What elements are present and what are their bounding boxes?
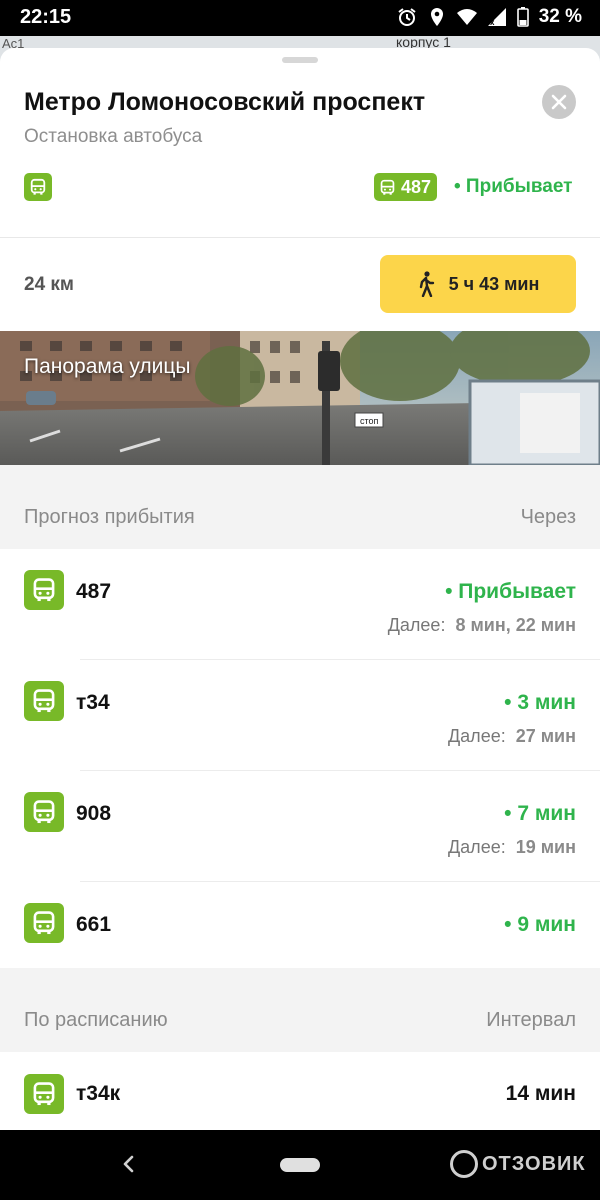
status-bar: 22:15 x 32 % [0, 0, 600, 36]
arrival-eta: • 9 мин [504, 913, 576, 936]
stop-title: Метро Ломоносовский проспект [24, 88, 426, 116]
next-arrivals: Далее: 19 мин [448, 837, 576, 858]
bus-icon [24, 570, 64, 610]
back-icon[interactable] [120, 1152, 136, 1176]
arrival-status: • Прибывает [454, 176, 573, 197]
walk-duration: 5 ч 43 мин [448, 273, 540, 294]
next-arrivals: Далее: 8 мин, 22 мин [388, 615, 576, 636]
battery-level: 32 % [538, 6, 582, 27]
arrival-eta: • 7 мин [504, 802, 576, 825]
route-number: т34к [76, 1082, 121, 1105]
route-interval: 14 мин [505, 1082, 576, 1105]
drag-handle[interactable] [282, 57, 318, 63]
next-arrivals: Далее: 27 мин [448, 726, 576, 747]
walk-distance: 24 км [24, 274, 74, 295]
arrival-eta: • Прибывает [445, 580, 576, 603]
schedule-row[interactable]: т34к 14 мин [0, 1052, 600, 1130]
next-label: Далее: [387, 615, 446, 635]
location-icon [430, 8, 443, 26]
bus-icon [24, 792, 64, 832]
route-number: 908 [76, 802, 112, 825]
stop-subtitle: Остановка автобуса [24, 126, 203, 147]
watermark-logo-icon [450, 1150, 478, 1178]
street-panorama[interactable]: стоп Панорама улицы [0, 331, 600, 465]
home-button[interactable] [280, 1158, 320, 1172]
close-icon [551, 94, 567, 110]
forecast-header: Прогноз прибытия Через [0, 465, 600, 549]
next-value: 27 мин [515, 726, 576, 746]
bus-icon [380, 179, 395, 195]
route-number: 487 [401, 176, 432, 197]
next-label: Далее: [447, 726, 506, 746]
next-label: Далее: [447, 837, 506, 857]
arrival-row[interactable]: 661 • 9 мин [0, 882, 600, 968]
walk-route-button[interactable]: 5 ч 43 мин [380, 255, 576, 313]
arrival-eta: • 3 мин [504, 691, 576, 714]
watermark: ОТЗОВИК [450, 1150, 586, 1178]
route-number: 487 [76, 580, 112, 603]
status-time: 22:15 [20, 6, 72, 28]
route-number: т34 [76, 691, 110, 714]
signal-icon: x [487, 8, 506, 27]
close-button[interactable] [542, 85, 576, 119]
arrival-row[interactable]: т34 • 3 мин Далее: 27 мин [0, 660, 600, 771]
schedule-column-label: Интервал [486, 1009, 576, 1031]
watermark-text: ОТЗОВИК [482, 1152, 586, 1175]
svg-text:x: x [490, 18, 495, 27]
pedestrian-icon [419, 271, 434, 297]
wifi-icon [456, 9, 477, 25]
schedule-title: По расписанию [24, 1009, 168, 1031]
next-value: 8 мин, 22 мин [455, 615, 576, 635]
forecast-title: Прогноз прибытия [24, 506, 195, 528]
forecast-column-label: Через [520, 506, 576, 528]
panorama-label: Панорама улицы [24, 355, 191, 378]
divider [0, 237, 600, 238]
system-nav-bar: ОТЗОВИК [0, 1130, 600, 1200]
bus-icon [24, 681, 64, 721]
svg-text:стоп: стоп [360, 416, 379, 426]
route-pill[interactable]: 487 [374, 173, 438, 201]
panorama-image: стоп [0, 331, 600, 465]
battery-icon [516, 7, 529, 27]
status-icons: x 32 % [397, 6, 582, 28]
arrival-row[interactable]: 908 • 7 мин Далее: 19 мин [0, 771, 600, 882]
bus-icon [24, 1074, 64, 1114]
bus-icon [24, 903, 64, 943]
route-number: 661 [76, 913, 112, 936]
arrival-row[interactable]: 487 • Прибывает Далее: 8 мин, 22 мин [0, 549, 600, 660]
alarm-icon [398, 8, 416, 26]
bus-icon [24, 173, 52, 201]
next-value: 19 мин [515, 837, 576, 857]
schedule-header: По расписанию Интервал [0, 968, 600, 1052]
